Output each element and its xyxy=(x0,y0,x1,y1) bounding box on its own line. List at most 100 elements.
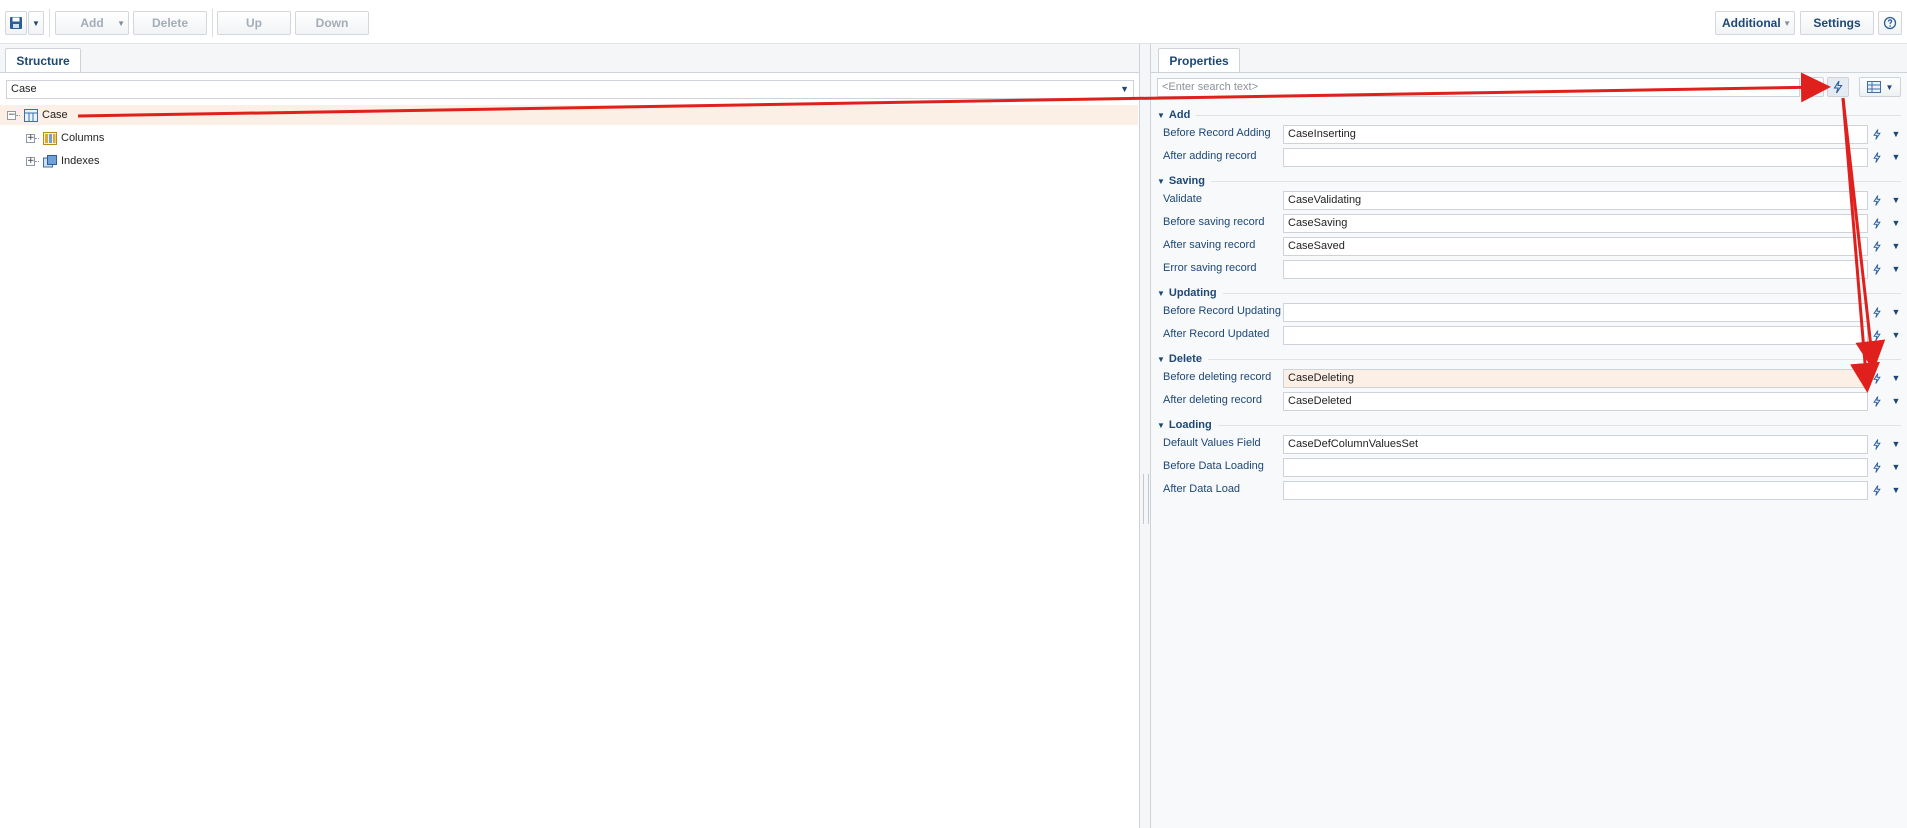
property-value-field[interactable]: CaseSaving xyxy=(1283,214,1868,233)
property-row: Before Data Loading ▼ xyxy=(1151,456,1907,478)
chevron-down-icon[interactable]: ▼ xyxy=(1888,326,1904,345)
add-button[interactable]: Add ▼ xyxy=(55,11,129,35)
chevron-down-icon[interactable]: ▼ xyxy=(1888,260,1904,279)
tree-node-columns[interactable]: + Columns xyxy=(0,128,104,148)
property-value-field[interactable] xyxy=(1283,148,1868,167)
properties-search-input[interactable]: <Enter search text> xyxy=(1157,78,1800,97)
chevron-down-icon[interactable]: ▼ xyxy=(1888,481,1904,500)
chevron-down-icon[interactable]: ▼ xyxy=(1888,125,1904,144)
chevron-down-icon[interactable]: ▼ xyxy=(1888,435,1904,454)
property-value: CaseSaved xyxy=(1288,240,1345,252)
chevron-down-icon[interactable]: ▼ xyxy=(1888,392,1904,411)
lightning-icon xyxy=(1873,373,1881,384)
down-button[interactable]: Down xyxy=(295,11,369,35)
save-menu-button[interactable]: ▼ xyxy=(28,11,44,35)
help-button[interactable] xyxy=(1878,11,1902,35)
property-value-field[interactable] xyxy=(1283,326,1868,345)
property-group-title: Delete xyxy=(1168,353,1202,365)
delete-button[interactable]: Delete xyxy=(133,11,207,35)
chevron-down-icon[interactable]: ▼ xyxy=(1888,237,1904,256)
property-value-field[interactable]: CaseValidating xyxy=(1283,191,1868,210)
event-handler-button[interactable] xyxy=(1868,481,1886,500)
property-value-field[interactable] xyxy=(1283,458,1868,477)
event-handler-button[interactable] xyxy=(1868,214,1886,233)
property-value-field[interactable]: CaseDeleted xyxy=(1283,392,1868,411)
property-row: Error saving record ▼ xyxy=(1151,258,1907,280)
chevron-down-icon[interactable]: ▼ xyxy=(1888,303,1904,322)
collapse-triangle-icon[interactable]: ▼ xyxy=(1157,111,1165,120)
tree-node-case[interactable]: − Case xyxy=(0,105,1138,125)
property-group-header[interactable]: ▼ Loading xyxy=(1157,416,1901,434)
property-value-field[interactable] xyxy=(1283,303,1868,322)
property-label: After Data Load xyxy=(1163,483,1241,495)
property-value-field[interactable]: CaseDeleting xyxy=(1283,369,1868,388)
chevron-down-icon[interactable]: ▼ xyxy=(1888,369,1904,388)
chevron-down-icon[interactable]: ▼ xyxy=(1888,148,1904,167)
clear-search-button[interactable] xyxy=(1802,77,1824,97)
property-label: After adding record xyxy=(1163,150,1257,162)
view-options-button[interactable]: ▼ xyxy=(1859,77,1901,97)
property-group-title: Saving xyxy=(1168,175,1205,187)
event-handler-button[interactable] xyxy=(1868,148,1886,167)
expand-icon[interactable]: + xyxy=(26,156,35,166)
property-group-header[interactable]: ▼ Updating xyxy=(1157,284,1901,302)
tab-properties[interactable]: Properties xyxy=(1158,48,1240,72)
event-handler-button[interactable] xyxy=(1868,392,1886,411)
down-button-label: Down xyxy=(315,16,349,30)
add-button-label: Add xyxy=(80,16,104,30)
collapse-triangle-icon[interactable]: ▼ xyxy=(1157,177,1165,186)
chevron-down-icon[interactable]: ▼ xyxy=(1888,214,1904,233)
panel-splitter[interactable] xyxy=(1140,44,1151,828)
collapse-triangle-icon[interactable]: ▼ xyxy=(1157,421,1165,430)
event-handler-button[interactable] xyxy=(1868,458,1886,477)
property-group-header[interactable]: ▼ Saving xyxy=(1157,172,1901,190)
property-group-title: Loading xyxy=(1168,419,1212,431)
property-group-header[interactable]: ▼ Add xyxy=(1157,106,1901,124)
property-row: After Record Updated ▼ xyxy=(1151,324,1907,346)
event-handler-button[interactable] xyxy=(1868,369,1886,388)
tree-node-indexes[interactable]: + Indexes xyxy=(0,151,100,171)
chevron-down-icon[interactable]: ▼ xyxy=(1888,191,1904,210)
event-handler-button[interactable] xyxy=(1868,326,1886,345)
lightning-icon xyxy=(1873,307,1881,318)
event-handler-button[interactable] xyxy=(1868,237,1886,256)
property-value-field[interactable]: CaseDefColumnValuesSet xyxy=(1283,435,1868,454)
additional-button[interactable]: Additional ▼ xyxy=(1715,11,1795,35)
property-value-field[interactable]: CaseInserting xyxy=(1283,125,1868,144)
property-row: After Data Load ▼ xyxy=(1151,479,1907,501)
tab-structure-label: Structure xyxy=(16,53,70,68)
event-handler-button[interactable] xyxy=(1868,260,1886,279)
settings-button-label: Settings xyxy=(1813,16,1861,30)
collapse-triangle-icon[interactable]: ▼ xyxy=(1157,355,1165,364)
settings-button[interactable]: Settings xyxy=(1800,11,1874,35)
event-handler-button[interactable] xyxy=(1868,303,1886,322)
event-handler-button[interactable] xyxy=(1868,435,1886,454)
lightning-icon xyxy=(1873,439,1881,450)
up-button[interactable]: Up xyxy=(217,11,291,35)
object-select[interactable]: Case ▼ xyxy=(6,80,1134,99)
tab-structure[interactable]: Structure xyxy=(5,48,81,72)
tab-properties-label: Properties xyxy=(1169,53,1229,68)
splitter-grip[interactable] xyxy=(1143,474,1149,524)
delete-button-label: Delete xyxy=(151,16,189,30)
event-handler-button[interactable] xyxy=(1868,191,1886,210)
collapse-triangle-icon[interactable]: ▼ xyxy=(1157,289,1165,298)
property-label: Before saving record xyxy=(1163,216,1265,228)
expand-icon[interactable]: + xyxy=(26,133,35,143)
event-handler-button[interactable] xyxy=(1868,125,1886,144)
property-value-field[interactable]: CaseSaved xyxy=(1283,237,1868,256)
property-value-field[interactable] xyxy=(1283,481,1868,500)
save-button[interactable] xyxy=(5,11,27,35)
group-divider xyxy=(1196,114,1901,116)
property-value-field[interactable] xyxy=(1283,260,1868,279)
events-view-button[interactable] xyxy=(1827,77,1849,97)
property-group-header[interactable]: ▼ Delete xyxy=(1157,350,1901,368)
grid-view-icon xyxy=(1866,81,1881,93)
collapse-icon[interactable]: − xyxy=(7,110,16,120)
structure-panel: Structure Case ▼ − Case + Columns + Inde… xyxy=(0,44,1140,828)
property-row: After adding record ▼ xyxy=(1151,146,1907,168)
chevron-down-icon[interactable]: ▼ xyxy=(1120,81,1129,98)
chevron-down-icon: ▼ xyxy=(1783,19,1791,28)
property-group-title: Add xyxy=(1168,109,1191,121)
chevron-down-icon[interactable]: ▼ xyxy=(1888,458,1904,477)
